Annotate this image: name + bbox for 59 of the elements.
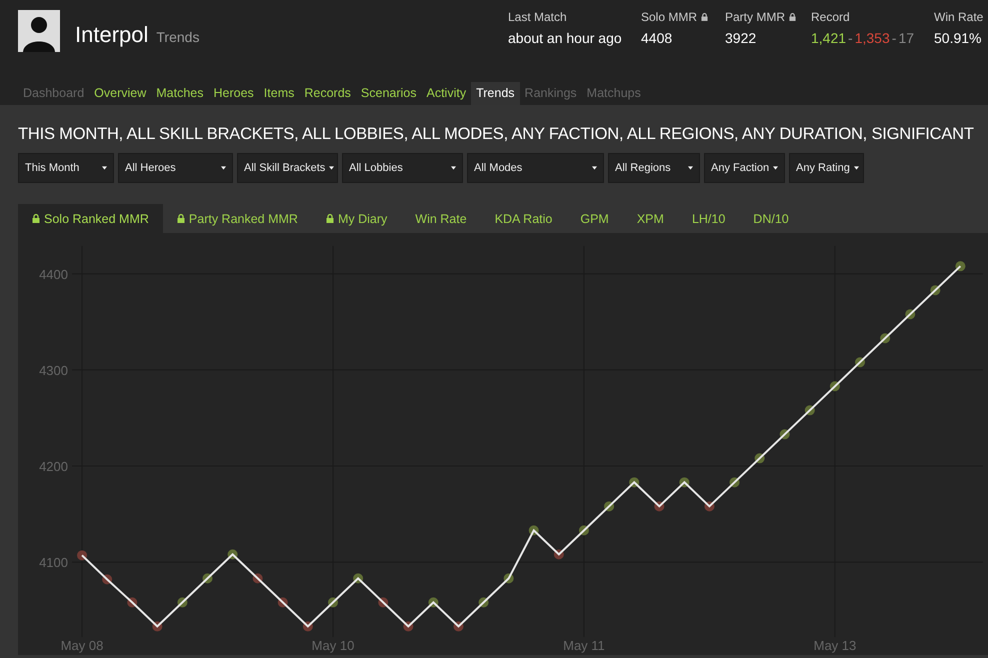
nav-tab[interactable]: Scenarios: [356, 82, 422, 105]
record-value: 17: [898, 30, 914, 46]
filter-dropdown[interactable]: All Regions: [608, 153, 700, 183]
nav-tab[interactable]: Items: [258, 82, 300, 105]
nav-tab[interactable]: Activity: [422, 82, 472, 105]
caret-icon: [854, 166, 859, 170]
caret-icon: [102, 166, 107, 170]
record-value: 1,421: [811, 30, 846, 46]
chart-tab[interactable]: DN/10: [739, 204, 803, 233]
y-axis-label: 4400: [39, 266, 68, 282]
chart-tab[interactable]: My Diary: [312, 204, 402, 233]
chart-tab[interactable]: Win Rate: [401, 204, 481, 233]
stat-label: Solo MMR: [641, 10, 698, 24]
caret-icon: [592, 166, 597, 170]
avatar-silhouette: [18, 10, 60, 52]
x-axis-label: May 08: [60, 638, 104, 653]
x-axis-label: May 11: [563, 638, 605, 653]
stat-value: about an hour ago: [508, 30, 623, 46]
stat-label: Record: [811, 10, 850, 24]
stat-value: 4408: [641, 30, 674, 46]
x-axis-label: May 13: [814, 638, 856, 653]
caret-icon: [688, 166, 693, 170]
caret-icon: [329, 166, 334, 170]
record-value: -: [892, 30, 896, 46]
filter-dropdown[interactable]: Any Rating: [789, 153, 864, 183]
y-axis-label: 4200: [39, 459, 68, 474]
nav-tab[interactable]: Overview: [89, 82, 152, 105]
stat-label: Win Rate: [934, 10, 984, 24]
caret-icon: [451, 166, 456, 170]
filter-summary-heading: THIS MONTH, ALL SKILL BRACKETS, ALL LOBBIES, ALL MODES, ANY FACTION, ALL REGIONS, ANY DURATION, SIGNIFICANT: [18, 124, 975, 145]
caret-icon: [773, 166, 778, 170]
filter-dropdown[interactable]: Any Faction: [704, 153, 785, 183]
stat-value: 50.91%: [934, 30, 982, 46]
nav-tab[interactable]: Trends: [471, 82, 520, 105]
page-subtitle: Trends: [156, 29, 200, 45]
filter-dropdown[interactable]: All Heroes: [118, 153, 233, 183]
y-axis-label: 4100: [39, 555, 68, 570]
y-axis-label: 4300: [39, 362, 68, 378]
profile-name: Interpol: [75, 22, 148, 48]
chart-tab[interactable]: KDA Ratio: [480, 204, 566, 233]
record-value: 1,353: [854, 30, 890, 46]
caret-icon: [221, 166, 226, 170]
nav-tab[interactable]: Records: [299, 82, 356, 105]
chart-tab[interactable]: GPM: [566, 204, 623, 233]
filter-dropdown[interactable]: This Month: [18, 153, 114, 183]
stat-label: Last Match: [508, 10, 567, 24]
stat-label: Party MMR: [725, 10, 785, 24]
chart-tab[interactable]: XPM: [622, 204, 678, 233]
chart-tab[interactable]: LH/10: [678, 204, 740, 233]
nav-tab[interactable]: Heroes: [208, 82, 259, 105]
nav-tab[interactable]: Matches: [151, 82, 208, 105]
filter-dropdown[interactable]: All Modes: [467, 153, 604, 183]
chart-tab[interactable]: Solo Ranked MMR: [18, 204, 163, 233]
record-value: -: [848, 30, 853, 46]
stat-value: 3922: [725, 30, 758, 46]
filter-dropdown[interactable]: All Lobbies: [342, 153, 463, 183]
chart-tab[interactable]: Party Ranked MMR: [162, 204, 312, 233]
x-axis-label: May 10: [312, 638, 354, 653]
filter-dropdown[interactable]: All Skill Brackets: [237, 153, 338, 183]
